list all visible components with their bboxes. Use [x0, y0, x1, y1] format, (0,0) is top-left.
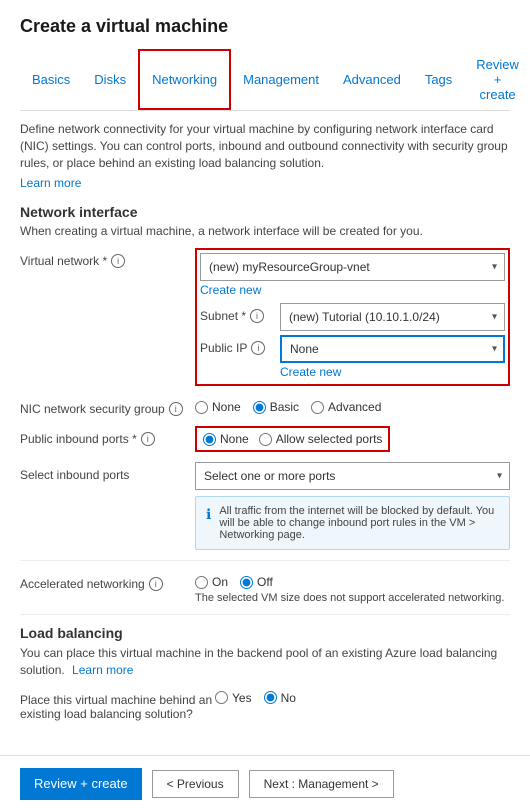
virtual-network-control: (new) myResourceGroup-vnet ▾ Create new …: [195, 248, 510, 386]
virtual-network-row: Virtual network * i (new) myResourceGrou…: [20, 248, 510, 386]
subnet-select-wrapper: (new) Tutorial (10.10.1.0/24) ▾: [280, 303, 505, 331]
public-ip-control: None ▾ Create new: [280, 335, 505, 379]
public-ip-select[interactable]: None: [280, 335, 505, 363]
nic-security-basic-radio[interactable]: [253, 401, 266, 414]
load-balancing-learn-more-link[interactable]: Learn more: [72, 663, 133, 677]
network-interface-title: Network interface: [20, 204, 510, 220]
virtual-network-create-new-link[interactable]: Create new: [200, 283, 505, 297]
load-balancing-title: Load balancing: [20, 625, 510, 641]
nic-security-none-radio[interactable]: [195, 401, 208, 414]
accelerated-networking-control: On Off The selected VM size does not sup…: [195, 571, 510, 604]
inbound-allow-radio[interactable]: [259, 433, 272, 446]
review-create-button[interactable]: Review + create: [20, 768, 142, 800]
select-inbound-label: Select inbound ports: [20, 462, 195, 482]
info-circle-icon: ℹ: [206, 506, 211, 523]
public-ip-wrapper: Public IP i None ▾ Create new: [200, 335, 505, 379]
inbound-highlight-box: None Allow selected ports: [195, 426, 390, 452]
accelerated-on-radio[interactable]: [195, 576, 208, 589]
public-inbound-info-icon[interactable]: i: [141, 432, 155, 446]
subnet-row: Subnet * i (new) Tutorial (10.10.1.0/24)…: [200, 303, 505, 331]
select-inbound-row: Select inbound ports Select one or more …: [20, 462, 510, 550]
accelerated-off-option[interactable]: Off: [240, 575, 273, 589]
public-ip-info-icon[interactable]: i: [251, 341, 265, 355]
page-title: Create a virtual machine: [20, 16, 510, 37]
subnet-control: (new) Tutorial (10.10.1.0/24) ▾: [280, 303, 505, 331]
nic-security-info-icon[interactable]: i: [169, 402, 183, 416]
tab-bar: Basics Disks Networking Management Advan…: [20, 49, 510, 111]
subnet-info-icon[interactable]: i: [250, 309, 264, 323]
tab-advanced[interactable]: Advanced: [331, 49, 413, 110]
next-button[interactable]: Next : Management >: [249, 770, 394, 798]
load-balancing-no-option[interactable]: No: [264, 691, 296, 705]
nic-security-none-option[interactable]: None: [195, 400, 241, 414]
nic-security-control: None Basic Advanced: [195, 396, 510, 414]
network-interface-desc: When creating a virtual machine, a netwo…: [20, 224, 510, 238]
accelerated-off-radio[interactable]: [240, 576, 253, 589]
virtual-network-info-icon[interactable]: i: [111, 254, 125, 268]
select-inbound-wrapper: Select one or more ports ▾: [195, 462, 510, 490]
nic-security-advanced-radio[interactable]: [311, 401, 324, 414]
accelerated-networking-info-icon[interactable]: i: [149, 577, 163, 591]
inbound-allow-option[interactable]: Allow selected ports: [259, 432, 383, 446]
subnet-wrapper: Subnet * i (new) Tutorial (10.10.1.0/24)…: [200, 303, 505, 331]
virtual-network-highlight-box: (new) myResourceGroup-vnet ▾ Create new …: [195, 248, 510, 386]
public-ip-select-wrapper: None ▾: [280, 335, 505, 363]
load-balancing-control: Yes No: [215, 687, 510, 705]
nic-security-basic-option[interactable]: Basic: [253, 400, 299, 414]
nic-security-advanced-option[interactable]: Advanced: [311, 400, 381, 414]
virtual-network-select-wrapper: (new) myResourceGroup-vnet ▾: [200, 253, 505, 281]
public-inbound-control: None Allow selected ports: [195, 426, 510, 452]
public-ip-label: Public IP i: [200, 335, 280, 355]
virtual-network-select[interactable]: (new) myResourceGroup-vnet: [200, 253, 505, 281]
load-balancing-yes-radio[interactable]: [215, 691, 228, 704]
accelerated-networking-note: The selected VM size does not support ac…: [195, 592, 510, 604]
tab-basics[interactable]: Basics: [20, 49, 82, 110]
load-balancing-desc: You can place this virtual machine in th…: [20, 645, 510, 679]
tab-management[interactable]: Management: [231, 49, 331, 110]
select-inbound-control: Select one or more ports ▾ ℹ All traffic…: [195, 462, 510, 550]
accelerated-on-option[interactable]: On: [195, 575, 228, 589]
public-inbound-label: Public inbound ports * i: [20, 426, 195, 446]
nic-security-label: NIC network security group i: [20, 396, 195, 416]
public-inbound-row: Public inbound ports * i None Allow sele…: [20, 426, 510, 452]
inbound-none-radio[interactable]: [203, 433, 216, 446]
subnet-select[interactable]: (new) Tutorial (10.10.1.0/24): [280, 303, 505, 331]
nic-security-group-row: NIC network security group i None Basic …: [20, 396, 510, 416]
tab-review-create[interactable]: Review + create: [464, 49, 530, 110]
load-balancing-row: Place this virtual machine behind an exi…: [20, 687, 510, 721]
subnet-label: Subnet * i: [200, 303, 280, 323]
learn-more-link[interactable]: Learn more: [20, 176, 81, 190]
public-ip-row: Public IP i None ▾ Create new: [200, 335, 505, 379]
page-description: Define network connectivity for your vir…: [20, 121, 510, 171]
load-balancing-yes-option[interactable]: Yes: [215, 691, 252, 705]
tab-networking[interactable]: Networking: [138, 49, 231, 110]
virtual-network-label: Virtual network * i: [20, 248, 195, 268]
load-balancing-field-label: Place this virtual machine behind an exi…: [20, 687, 215, 721]
select-inbound-select[interactable]: Select one or more ports: [195, 462, 510, 490]
tab-disks[interactable]: Disks: [82, 49, 138, 110]
previous-button[interactable]: < Previous: [152, 770, 239, 798]
accelerated-networking-row: Accelerated networking i On Off The sele…: [20, 571, 510, 604]
accelerated-networking-options: On Off: [195, 571, 510, 589]
inbound-none-option[interactable]: None: [203, 432, 249, 446]
accelerated-networking-label: Accelerated networking i: [20, 571, 195, 591]
load-balancing-no-radio[interactable]: [264, 691, 277, 704]
inbound-info-box: ℹ All traffic from the internet will be …: [195, 496, 510, 550]
public-ip-create-new-link[interactable]: Create new: [280, 365, 505, 379]
tab-tags[interactable]: Tags: [413, 49, 464, 110]
footer-bar: Review + create < Previous Next : Manage…: [0, 755, 530, 812]
